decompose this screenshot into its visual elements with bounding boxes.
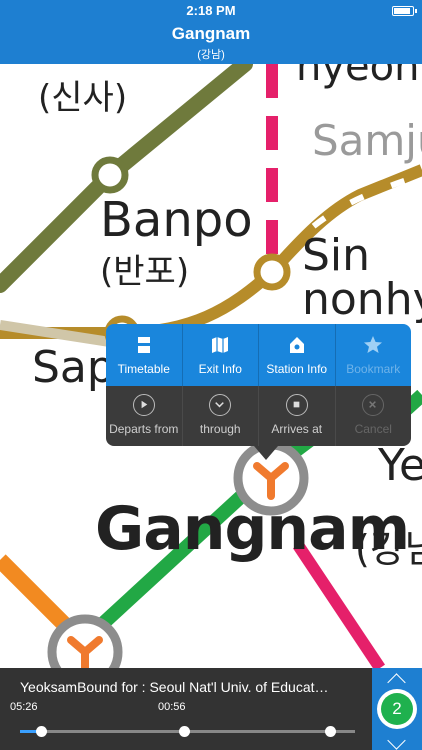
cancel-label: Cancel bbox=[354, 422, 392, 436]
cancel-button[interactable]: Cancel bbox=[336, 386, 412, 446]
status-bar: 2:18 PM bbox=[0, 0, 422, 20]
departs-from-button[interactable]: Departs from bbox=[106, 386, 183, 446]
map-label-sapyeong: Sap bbox=[32, 342, 115, 393]
waypoint-marker[interactable] bbox=[179, 726, 190, 737]
map-label-nonhy: nonhy bbox=[302, 274, 422, 325]
through-label: through bbox=[199, 422, 241, 436]
time-start: 05:26 bbox=[10, 701, 38, 713]
station-popup-menu: Timetable Exit Info Station Info Bookmar… bbox=[106, 324, 411, 460]
line-number: 2 bbox=[381, 693, 413, 725]
route-text: YeoksamBound for : Seoul Nat'l Univ. of … bbox=[20, 679, 329, 695]
house-icon bbox=[289, 337, 304, 353]
status-time: 2:18 PM bbox=[186, 3, 236, 18]
map-label-nonhyeon: hyeon bbox=[296, 64, 420, 90]
orange-line bbox=[0, 554, 71, 631]
time-mid: 00:56 bbox=[158, 701, 186, 713]
progress-handle[interactable] bbox=[36, 726, 47, 737]
timetable-button[interactable]: Timetable bbox=[106, 324, 183, 386]
stop-icon bbox=[285, 394, 308, 416]
map-icon bbox=[212, 337, 229, 353]
bookmark-label: Bookmark bbox=[346, 362, 401, 376]
popup-pointer bbox=[254, 446, 278, 460]
header: 2:18 PM Gangnam (강남) bbox=[0, 0, 422, 64]
chevron-down-icon bbox=[209, 394, 232, 416]
arrives-at-button[interactable]: Arrives at bbox=[259, 386, 336, 446]
star-icon bbox=[364, 336, 383, 353]
route-player-bar: YeoksamBound for : Seoul Nat'l Univ. of … bbox=[0, 668, 422, 750]
exit-info-label: Exit Info bbox=[198, 362, 242, 376]
station-sinnonhyeon-marker[interactable] bbox=[253, 253, 291, 291]
popup-bottom-row: Departs from through Arrives at Cancel bbox=[106, 386, 411, 446]
popup-top-row: Timetable Exit Info Station Info Bookmar… bbox=[106, 324, 411, 386]
battery-level bbox=[394, 8, 411, 14]
progress-track[interactable] bbox=[20, 726, 355, 737]
map-label-banpo-kr: (반포) bbox=[100, 252, 190, 292]
map-label-samjun: Samju bbox=[312, 116, 422, 165]
play-icon bbox=[132, 394, 155, 416]
station-title: Gangnam bbox=[171, 24, 251, 43]
timetable-label: Timetable bbox=[117, 362, 170, 376]
bookmark-button[interactable]: Bookmark bbox=[336, 324, 412, 386]
arrives-at-label: Arrives at bbox=[271, 422, 323, 436]
chevron-down-icon[interactable] bbox=[387, 731, 406, 750]
timetable-icon bbox=[137, 337, 150, 353]
exit-info-button[interactable]: Exit Info bbox=[183, 324, 259, 386]
map-label-ye: Ye bbox=[378, 440, 422, 491]
station-subtitle: (강남) bbox=[197, 49, 225, 61]
through-button[interactable]: through bbox=[183, 386, 259, 446]
progress-fill bbox=[20, 730, 37, 733]
line-badge[interactable]: 2 bbox=[377, 689, 417, 729]
line-selector-panel: 2 bbox=[372, 668, 422, 750]
map-label-banpo: Banpo bbox=[100, 192, 253, 248]
map-label-gangnam-kr: (강남 bbox=[355, 527, 422, 571]
departs-from-label: Departs from bbox=[109, 422, 179, 436]
station-info-label: Station Info bbox=[266, 362, 328, 376]
destination-marker[interactable] bbox=[325, 726, 336, 737]
battery-icon bbox=[392, 6, 417, 16]
station-sinsa-marker[interactable] bbox=[91, 156, 129, 194]
station-info-button[interactable]: Station Info bbox=[259, 324, 336, 386]
map-label-sinsa-kr: (신사) bbox=[38, 78, 128, 118]
close-icon bbox=[362, 394, 385, 416]
